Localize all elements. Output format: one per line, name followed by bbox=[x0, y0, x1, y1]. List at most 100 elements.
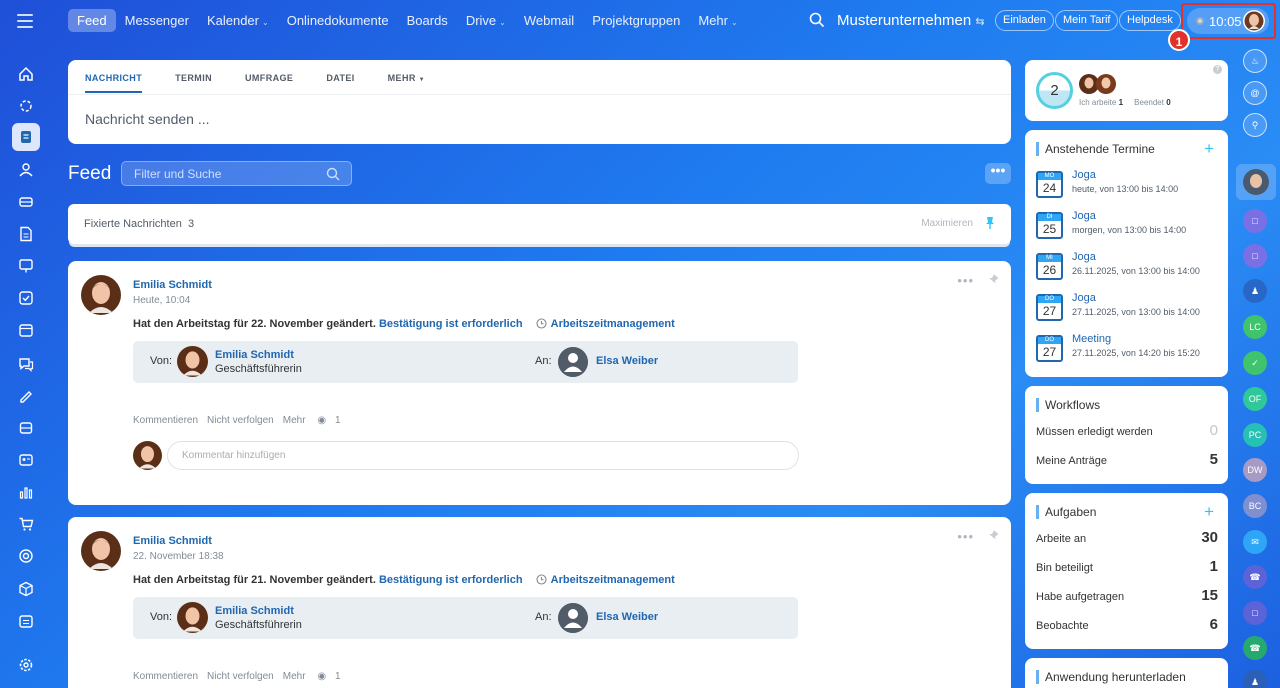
more-button[interactable]: Mehr bbox=[283, 415, 306, 426]
feed-more-button[interactable]: ••• bbox=[985, 163, 1011, 184]
event-item[interactable]: DO 27 Meeting 27.11.2025, von 14:20 bis 15… bbox=[1036, 333, 1226, 365]
users-icon[interactable] bbox=[14, 158, 38, 182]
task-row[interactable]: Beobachte 6 bbox=[1036, 616, 1218, 633]
feed-icon[interactable] bbox=[12, 123, 40, 151]
unfollow-button[interactable]: Nicht verfolgen bbox=[207, 671, 274, 682]
search-chat-icon[interactable]: ⚲ bbox=[1243, 113, 1267, 137]
workflow-row[interactable]: Müssen erledigt werden 0 bbox=[1036, 422, 1218, 439]
analytics-icon[interactable] bbox=[14, 480, 38, 504]
schedule-icon[interactable] bbox=[14, 609, 38, 633]
tab-message[interactable]: NACHRICHT bbox=[85, 73, 143, 93]
tariff-button[interactable]: Mein Tarif bbox=[1055, 10, 1119, 31]
event-name[interactable]: Joga bbox=[1072, 292, 1096, 304]
phone-icon[interactable]: ☎ bbox=[1243, 636, 1267, 660]
chat-app-icon[interactable]: □ bbox=[1243, 244, 1267, 268]
presentation-icon[interactable] bbox=[14, 254, 38, 278]
pin-icon[interactable] bbox=[988, 274, 998, 286]
chat-app-icon[interactable]: □ bbox=[1243, 601, 1267, 625]
nav-feed[interactable]: Feed bbox=[68, 9, 116, 32]
add-task-icon[interactable]: + bbox=[1204, 502, 1214, 522]
nav-drive[interactable]: Drive ⌄ bbox=[457, 9, 515, 32]
worktime-button[interactable]: 10:05 bbox=[1187, 8, 1269, 34]
comment-input[interactable]: Kommentar hinzufügen bbox=[167, 441, 799, 470]
post-more-icon[interactable]: ••• bbox=[957, 529, 974, 544]
search-icon[interactable] bbox=[809, 12, 825, 28]
chat-dw-avatar[interactable]: DW bbox=[1243, 458, 1267, 482]
document-icon[interactable] bbox=[14, 222, 38, 246]
task-chat-icon[interactable]: ✓ bbox=[1243, 351, 1267, 375]
puzzle-icon[interactable] bbox=[14, 94, 38, 118]
avatar[interactable] bbox=[177, 602, 208, 633]
tab-poll[interactable]: UMFRAGE bbox=[245, 73, 293, 93]
nav-documents[interactable]: Onlinedokumente bbox=[278, 9, 398, 32]
nav-webmail[interactable]: Webmail bbox=[515, 9, 583, 32]
help-icon[interactable]: ? bbox=[1213, 65, 1222, 74]
pin-icon[interactable] bbox=[985, 216, 995, 230]
post-date[interactable]: 22. November 18:38 bbox=[133, 551, 224, 562]
phone-icon[interactable]: ☎ bbox=[1243, 565, 1267, 589]
avatar[interactable] bbox=[177, 346, 208, 377]
company-name[interactable]: Musterunternehmen ⇆ bbox=[837, 12, 985, 29]
from-name[interactable]: Emilia Schmidt bbox=[215, 349, 294, 361]
task-row[interactable]: Habe aufgetragen 15 bbox=[1036, 587, 1218, 604]
helpdesk-button[interactable]: Helpdesk bbox=[1119, 10, 1181, 31]
target-icon[interactable] bbox=[14, 544, 38, 568]
widget-title[interactable]: Anstehende Termine bbox=[1036, 142, 1155, 156]
tab-event[interactable]: TERMIN bbox=[175, 73, 212, 93]
comment-button[interactable]: Kommentieren bbox=[133, 671, 198, 682]
message-input[interactable]: Nachricht senden ... bbox=[85, 111, 210, 127]
sign-pen-icon[interactable] bbox=[14, 384, 38, 408]
group-icon[interactable]: ♟ bbox=[1243, 279, 1267, 303]
tab-more[interactable]: MEHR ▼ bbox=[388, 73, 425, 93]
workflow-row[interactable]: Meine Anträge 5 bbox=[1036, 451, 1218, 468]
to-name[interactable]: Elsa Weiber bbox=[596, 611, 658, 623]
user-icon[interactable] bbox=[558, 347, 588, 377]
comment-button[interactable]: Kommentieren bbox=[133, 415, 198, 426]
contact-card-icon[interactable] bbox=[14, 448, 38, 472]
at-sign-icon[interactable]: @ bbox=[1243, 81, 1267, 105]
post-more-icon[interactable]: ••• bbox=[957, 273, 974, 288]
search-input[interactable]: Filter und Suche bbox=[121, 161, 352, 186]
nav-boards[interactable]: Boards bbox=[398, 9, 457, 32]
nav-calendar[interactable]: Kalender ⌄ bbox=[198, 9, 278, 32]
nav-messenger[interactable]: Messenger bbox=[116, 9, 198, 32]
message-icon[interactable]: ✉ bbox=[1243, 530, 1267, 554]
event-item[interactable]: DO 27 Joga 27.11.2025, von 13:00 bis 14:00 bbox=[1036, 292, 1226, 324]
maximize-button[interactable]: Maximieren bbox=[921, 218, 973, 229]
confirm-link[interactable]: Bestätigung ist erforderlich bbox=[379, 574, 523, 586]
confirm-link[interactable]: Bestätigung ist erforderlich bbox=[379, 318, 523, 330]
module-link[interactable]: Arbeitszeitmanagement bbox=[551, 318, 675, 330]
event-item[interactable]: MO 24 Joga heute, von 13:00 bis 14:00 bbox=[1036, 169, 1226, 201]
widget-title[interactable]: Workflows bbox=[1036, 398, 1100, 412]
post-author[interactable]: Emilia Schmidt bbox=[133, 535, 212, 547]
pinned-messages[interactable]: Fixierte Nachrichten 3 Maximieren bbox=[68, 204, 1011, 244]
post-author[interactable]: Emilia Schmidt bbox=[133, 279, 212, 291]
current-user-avatar[interactable] bbox=[1236, 164, 1276, 200]
home-icon[interactable] bbox=[14, 62, 38, 86]
task-row[interactable]: Bin beteiligt 1 bbox=[1036, 558, 1218, 575]
post-date[interactable]: Heute, 10:04 bbox=[133, 295, 190, 306]
event-item[interactable]: DI 25 Joga morgen, von 13:00 bis 14:00 bbox=[1036, 210, 1226, 242]
chat-pc-avatar[interactable]: PC bbox=[1243, 423, 1267, 447]
event-name[interactable]: Joga bbox=[1072, 169, 1096, 181]
to-name[interactable]: Elsa Weiber bbox=[596, 355, 658, 367]
calendar-icon[interactable] bbox=[14, 318, 38, 342]
chat-bc-avatar[interactable]: BC bbox=[1243, 494, 1267, 518]
settings-icon[interactable] bbox=[14, 653, 38, 677]
chat-app-icon[interactable]: □ bbox=[1243, 209, 1267, 233]
box-icon[interactable] bbox=[14, 577, 38, 601]
bell-icon[interactable]: ♨ bbox=[1243, 49, 1267, 73]
cart-icon[interactable] bbox=[14, 512, 38, 536]
more-button[interactable]: Mehr bbox=[283, 671, 306, 682]
tab-file[interactable]: DATEI bbox=[326, 73, 354, 93]
group-icon[interactable]: ♟ bbox=[1243, 670, 1267, 688]
add-event-icon[interactable]: + bbox=[1204, 139, 1214, 159]
task-check-icon[interactable] bbox=[14, 286, 38, 310]
menu-icon[interactable] bbox=[17, 12, 33, 28]
event-item[interactable]: MI 26 Joga 26.11.2025, von 13:00 bis 14:00 bbox=[1036, 251, 1226, 283]
module-link[interactable]: Arbeitszeitmanagement bbox=[551, 574, 675, 586]
event-name[interactable]: Meeting bbox=[1072, 333, 1111, 345]
chat-icon[interactable] bbox=[14, 352, 38, 376]
from-name[interactable]: Emilia Schmidt bbox=[215, 605, 294, 617]
nav-projects[interactable]: Projektgruppen bbox=[583, 9, 689, 32]
